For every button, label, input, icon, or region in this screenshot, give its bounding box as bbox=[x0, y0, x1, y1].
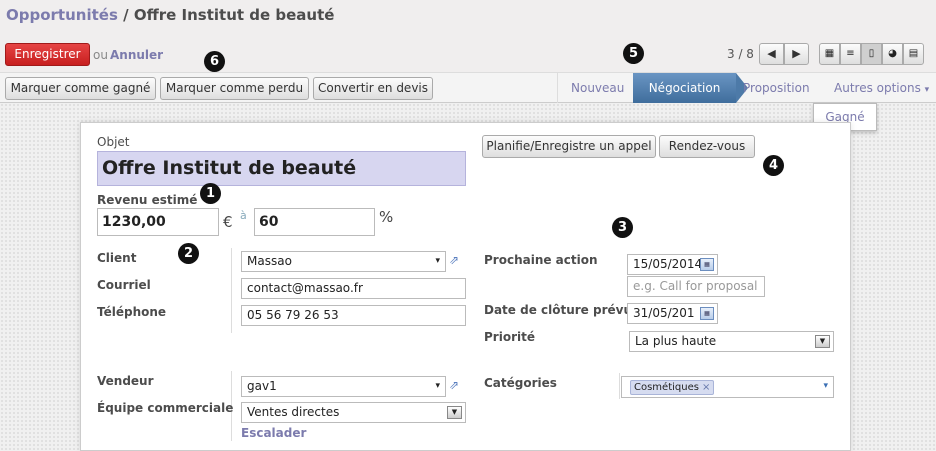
team-label: Équipe commerciale bbox=[97, 401, 234, 415]
category-tag-label: Cosmétiques bbox=[634, 382, 699, 393]
client-select[interactable]: Massao ▾ bbox=[241, 251, 446, 272]
phone-label: Téléphone bbox=[97, 305, 167, 319]
select-arrow-icon: ▼ bbox=[815, 335, 830, 348]
callout-marker-2: 2 bbox=[178, 243, 199, 264]
at-label: à bbox=[240, 209, 247, 222]
next-action-date-field[interactable]: 15/05/2014 ▦ bbox=[627, 254, 718, 275]
callout-marker-1: 1 bbox=[200, 183, 221, 204]
arrow-right-icon: ▶ bbox=[792, 47, 801, 60]
priority-value: La plus haute bbox=[635, 334, 717, 348]
log-call-button[interactable]: Planifie/Enregistre un appel bbox=[482, 135, 656, 158]
mark-lost-button[interactable]: Marquer comme perdu bbox=[160, 77, 309, 100]
next-action-label: Prochaine action bbox=[484, 253, 598, 267]
convert-to-quote-button[interactable]: Convertir en devis bbox=[313, 77, 433, 100]
subject-input[interactable]: Offre Institut de beauté bbox=[97, 151, 466, 186]
email-field[interactable]: contact@massao.fr bbox=[241, 278, 466, 299]
priority-label: Priorité bbox=[484, 330, 535, 344]
close-date-field[interactable]: 31/05/201 ▦ bbox=[627, 303, 718, 324]
currency-symbol: € bbox=[223, 213, 233, 231]
subject-label: Objet bbox=[97, 135, 130, 149]
percent-symbol: % bbox=[379, 208, 394, 226]
next-action-date-value: 15/05/2014 bbox=[633, 257, 703, 271]
form-sheet: Objet Offre Institut de beauté Revenu es… bbox=[80, 122, 851, 451]
top-bar: Opportunités / Offre Institut de beauté … bbox=[0, 0, 936, 73]
breadcrumb-separator: / bbox=[123, 6, 129, 24]
chevron-down-icon: ▾ bbox=[435, 256, 440, 266]
kanban-icon: ▦ bbox=[824, 48, 835, 59]
calendar-icon[interactable]: ▦ bbox=[700, 258, 714, 271]
close-icon[interactable]: × bbox=[702, 382, 710, 393]
or-text: ou bbox=[93, 48, 108, 62]
more-options-label: Autres options bbox=[834, 81, 921, 95]
callout-marker-4: 4 bbox=[763, 155, 784, 176]
cancel-link[interactable]: Annuler bbox=[110, 48, 163, 62]
categories-label: Catégories bbox=[484, 376, 557, 390]
form-icon: ▯ bbox=[868, 48, 875, 59]
callout-marker-5: 5 bbox=[623, 43, 644, 64]
team-value: Ventes directes bbox=[247, 405, 340, 419]
stage-more-options[interactable]: Autres options ▾ bbox=[834, 73, 929, 103]
chevron-down-icon[interactable]: ▾ bbox=[823, 377, 828, 396]
revenue-input[interactable]: 1230,00 bbox=[97, 208, 219, 236]
next-action-input[interactable]: e.g. Call for proposal bbox=[627, 276, 765, 297]
calendar-icon: ▤ bbox=[908, 48, 919, 59]
probability-input[interactable]: 60 bbox=[254, 208, 375, 236]
callout-marker-6: 6 bbox=[204, 51, 225, 72]
list-view-button[interactable]: ≡ bbox=[840, 43, 861, 65]
salesperson-label: Vendeur bbox=[97, 374, 154, 388]
status-bar: Marquer comme gagné Marquer comme perdu … bbox=[0, 73, 936, 103]
revenue-label: Revenu estimé bbox=[97, 193, 198, 207]
chevron-down-icon: ▾ bbox=[435, 381, 440, 391]
team-select[interactable]: Ventes directes ▼ bbox=[241, 402, 466, 423]
salesperson-value: gav1 bbox=[247, 379, 277, 393]
meeting-button[interactable]: Rendez-vous bbox=[659, 135, 755, 158]
previous-record-button[interactable]: ◀ bbox=[759, 43, 784, 65]
escalate-link[interactable]: Escalader bbox=[241, 426, 306, 440]
breadcrumb-parent-link[interactable]: Opportunités bbox=[6, 6, 118, 24]
close-date-label: Date de clôture prévue bbox=[484, 303, 641, 317]
close-date-value: 31/05/201 bbox=[633, 306, 695, 320]
column-divider bbox=[231, 248, 232, 333]
chevron-down-icon: ▾ bbox=[924, 85, 930, 95]
graph-icon: ◕ bbox=[888, 48, 897, 59]
breadcrumb: Opportunités / Offre Institut de beauté bbox=[6, 6, 334, 24]
next-record-button[interactable]: ▶ bbox=[784, 43, 809, 65]
graph-view-button[interactable]: ◕ bbox=[882, 43, 903, 65]
form-view-button[interactable]: ▯ bbox=[861, 43, 882, 65]
categories-field[interactable]: Cosmétiques × ▾ bbox=[621, 376, 834, 398]
salesperson-select[interactable]: gav1 ▾ bbox=[241, 376, 446, 397]
phone-field[interactable]: 05 56 79 26 53 bbox=[241, 305, 466, 326]
client-label: Client bbox=[97, 251, 137, 265]
stage-negotiation[interactable]: Négociation bbox=[633, 73, 748, 103]
calendar-view-button[interactable]: ▤ bbox=[903, 43, 924, 65]
client-value: Massao bbox=[247, 254, 292, 268]
pager-counter: 3 / 8 bbox=[727, 47, 754, 61]
list-icon: ≡ bbox=[846, 48, 855, 59]
select-arrow-icon: ▼ bbox=[447, 406, 462, 419]
priority-select[interactable]: La plus haute ▼ bbox=[629, 331, 834, 352]
save-button[interactable]: Enregistrer bbox=[5, 43, 90, 66]
email-label: Courriel bbox=[97, 278, 151, 292]
calendar-icon[interactable]: ▦ bbox=[700, 307, 714, 320]
stage-new[interactable]: Nouveau bbox=[571, 73, 624, 103]
kanban-view-button[interactable]: ▦ bbox=[819, 43, 840, 65]
column-divider bbox=[619, 373, 620, 399]
breadcrumb-current: Offre Institut de beauté bbox=[133, 6, 335, 24]
stage-bar: Nouveau Négociation Proposition Autres o… bbox=[557, 73, 936, 103]
external-link-icon[interactable]: ⇗ bbox=[449, 378, 459, 392]
stage-proposal[interactable]: Proposition bbox=[743, 73, 810, 103]
callout-marker-3: 3 bbox=[612, 217, 633, 238]
view-switcher: ▦ ≡ ▯ ◕ ▤ bbox=[819, 43, 925, 65]
mark-won-button[interactable]: Marquer comme gagné bbox=[5, 77, 156, 100]
arrow-left-icon: ◀ bbox=[767, 47, 776, 60]
category-tag: Cosmétiques × bbox=[630, 380, 715, 395]
external-link-icon[interactable]: ⇗ bbox=[449, 253, 459, 267]
